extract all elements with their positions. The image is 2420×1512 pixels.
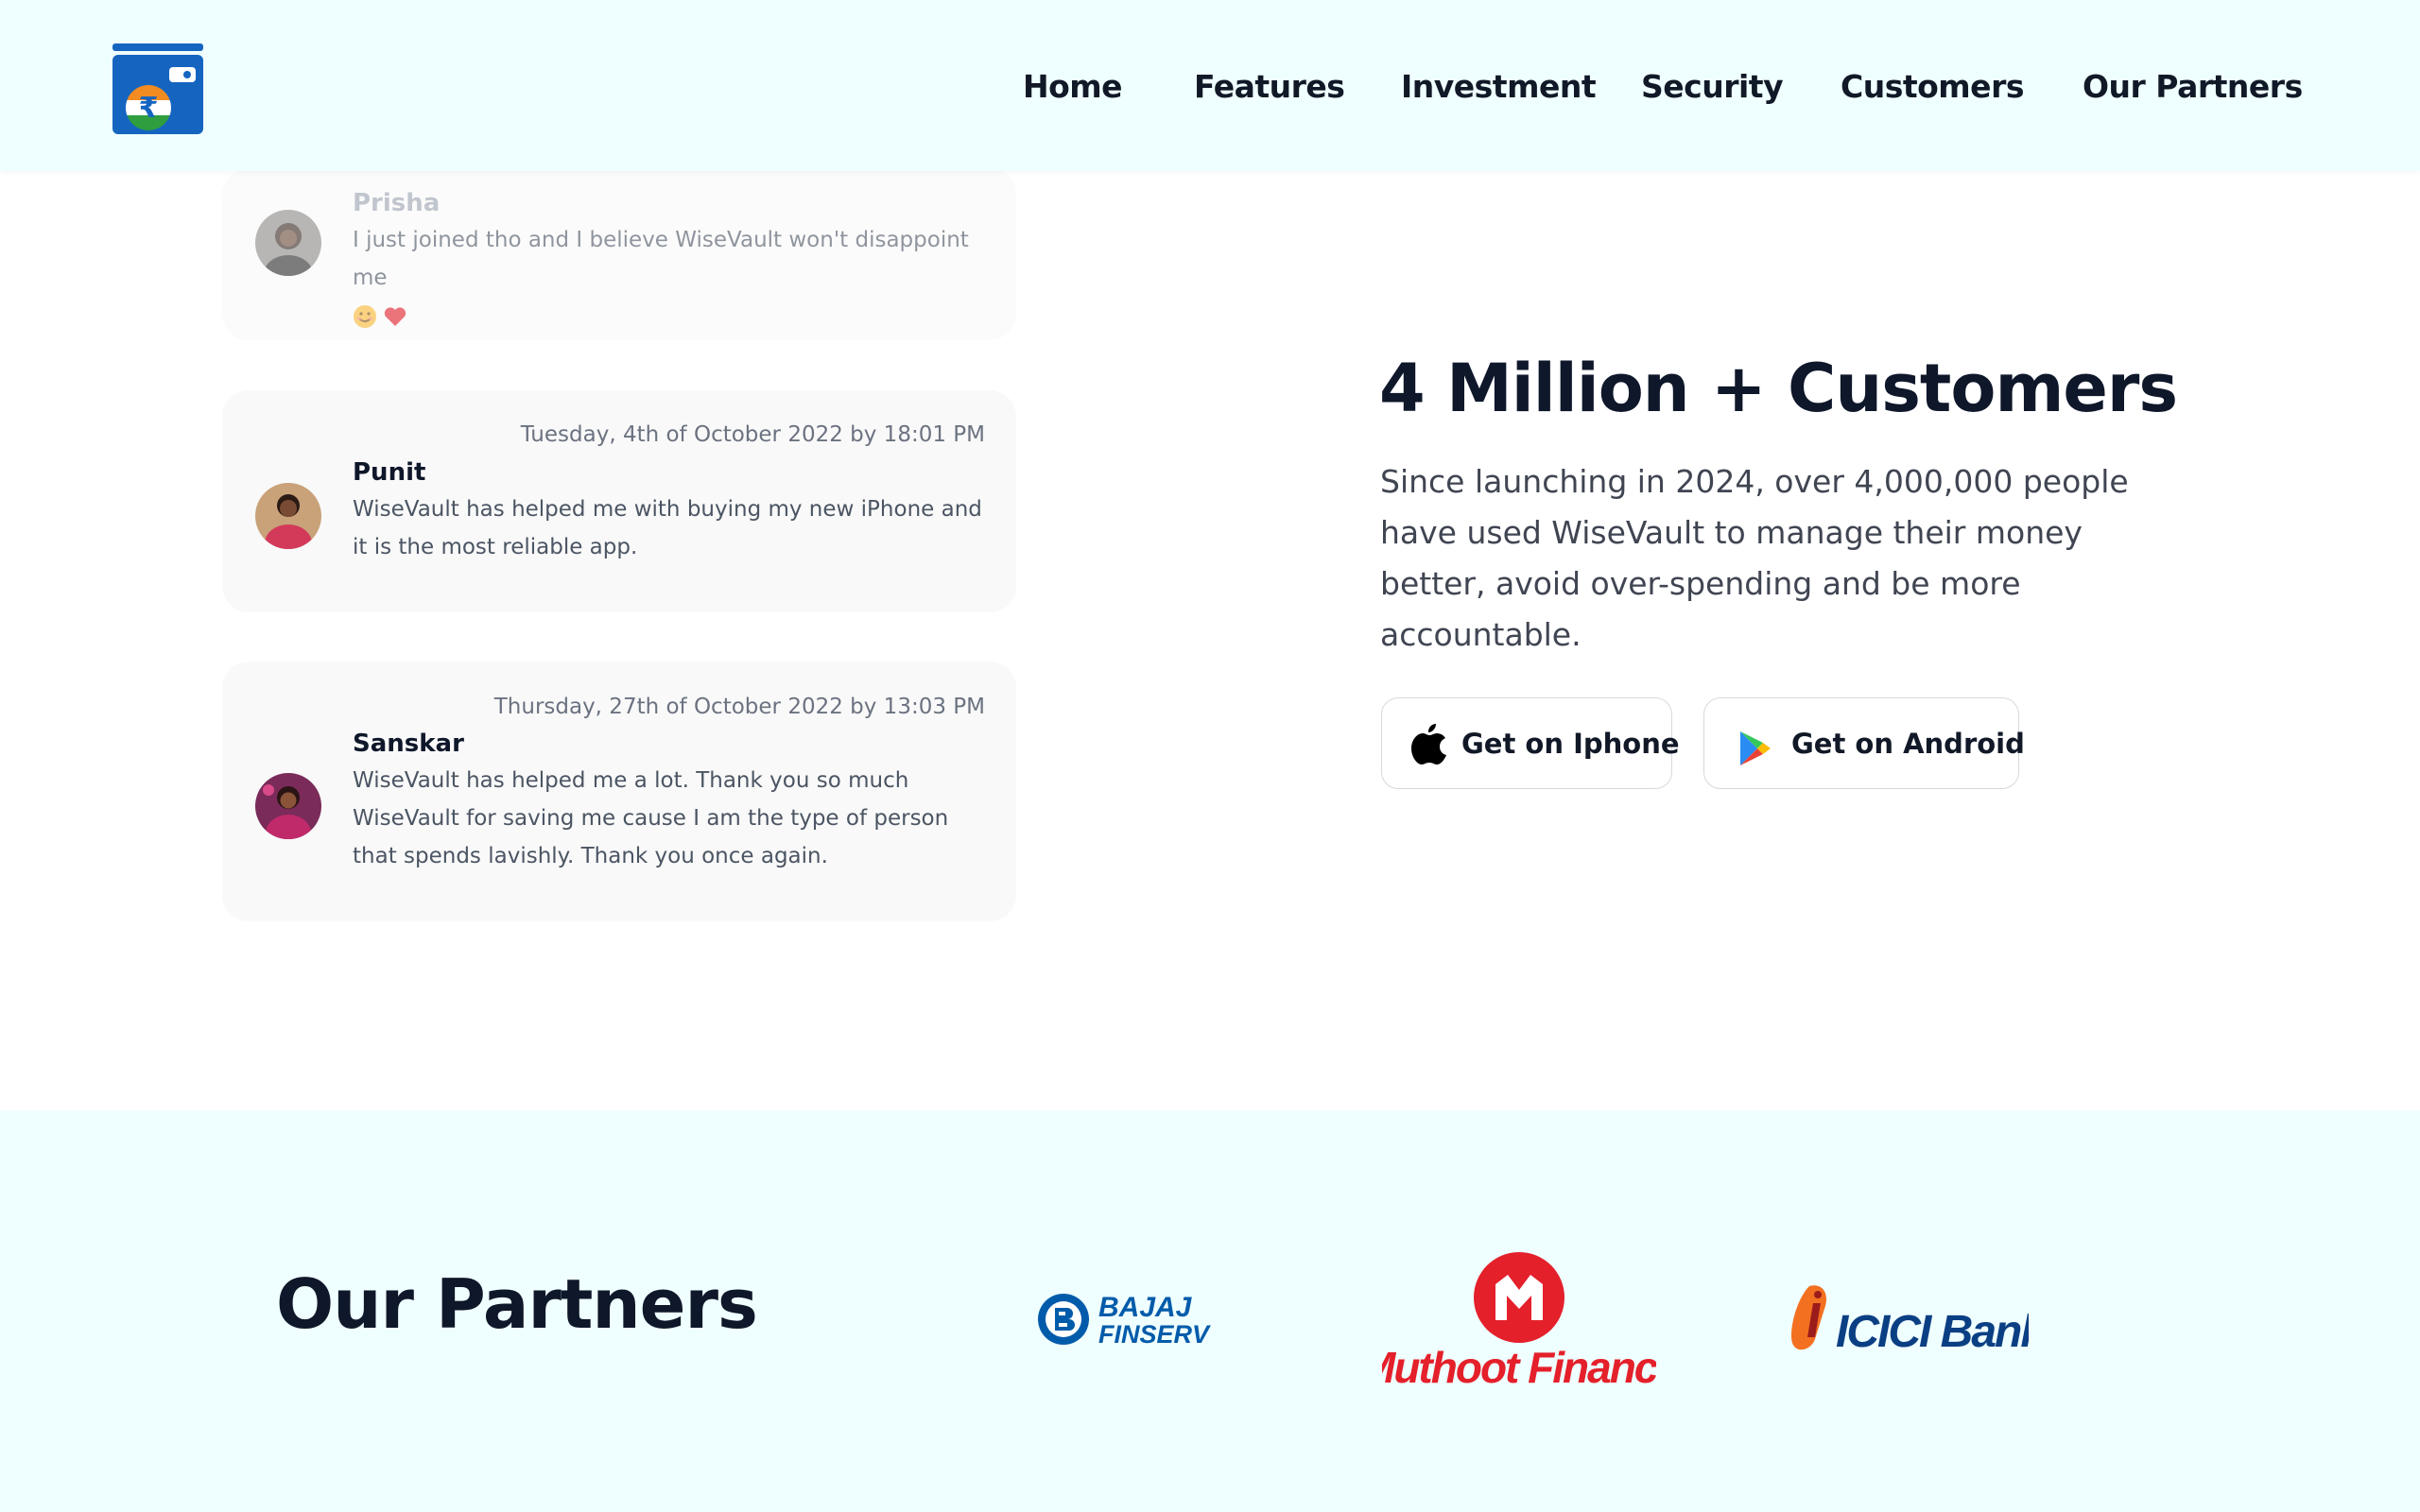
muthoot-finance-logo[interactable]: Muthoot Finance [1382, 1252, 1656, 1396]
site-header: ₹ Home Features Investment Security Cust… [0, 0, 2420, 171]
customers-title: 4 Million + Customers [1379, 350, 2178, 427]
testimonial-text-body: I just joined tho and I believe WiseVaul… [353, 228, 969, 290]
get-on-android-label: Get on Android [1791, 727, 2025, 760]
testimonial-name: Sanskar [353, 730, 464, 758]
testimonial-date: Tuesday, 4th of October 2022 by 18:01 PM [520, 422, 985, 447]
partners-section: Our Partners BAJAJ FINSERV Muthoot Finan… [0, 1110, 2420, 1512]
smiling-face-icon [354, 304, 376, 328]
nav-customers[interactable]: Customers [1841, 68, 2024, 105]
partners-title: Our Partners [276, 1264, 758, 1344]
testimonial-text: WiseVault has helped me a lot. Thank you… [353, 768, 949, 868]
testimonial-name: Prisha [353, 189, 441, 217]
nav-our-partners[interactable]: Our Partners [2083, 68, 2303, 105]
avatar [255, 483, 321, 549]
testimonial-name: Punit [353, 458, 426, 487]
nav-features[interactable]: Features [1194, 68, 1345, 105]
testimonial-card: Tuesday, 4th of October 2022 by 18:01 PM… [222, 390, 1016, 612]
customers-description: Since launching in 2024, over 4,000,000 … [1380, 463, 2129, 653]
get-on-iphone-button[interactable]: Get on Iphone [1381, 697, 1680, 789]
svg-text:ICICI Bank: ICICI Bank [1836, 1307, 2029, 1357]
testimonial-text: WiseVault has helped me with buying my n… [353, 497, 982, 559]
svg-text:Muthoot Finance: Muthoot Finance [1382, 1343, 1656, 1392]
get-on-iphone-label: Get on Iphone [1461, 727, 1680, 760]
icici-bank-logo[interactable]: ICICI Bank [1787, 1280, 2029, 1360]
avatar [255, 773, 321, 839]
svg-text:BAJAJ: BAJAJ [1098, 1292, 1193, 1323]
nav-security[interactable]: Security [1641, 68, 1784, 105]
testimonial-card: Thursday, 27th of October 2022 by 13:03 … [222, 662, 1016, 921]
testimonial-date: Thursday, 27th of October 2022 by 13:03 … [493, 695, 985, 719]
google-play-icon [1740, 730, 1771, 765]
testimonial-text: I just joined tho and I believe WiseVaul… [353, 221, 995, 335]
get-on-android-button[interactable]: Get on Android [1703, 697, 2025, 789]
apple-icon [1411, 723, 1446, 765]
nav-investment[interactable]: Investment [1401, 68, 1597, 105]
svg-text:FINSERV: FINSERV [1098, 1320, 1211, 1349]
avatar [255, 210, 321, 276]
heart-icon [384, 306, 406, 326]
bajaj-finserv-logo[interactable]: BAJAJ FINSERV [1036, 1290, 1246, 1349]
main-navigation: Home Features Investment Security Custom… [0, 68, 2420, 115]
testimonial-card: Prisha I just joined tho and I believe W… [222, 168, 1016, 340]
nav-home[interactable]: Home [1023, 68, 1123, 105]
